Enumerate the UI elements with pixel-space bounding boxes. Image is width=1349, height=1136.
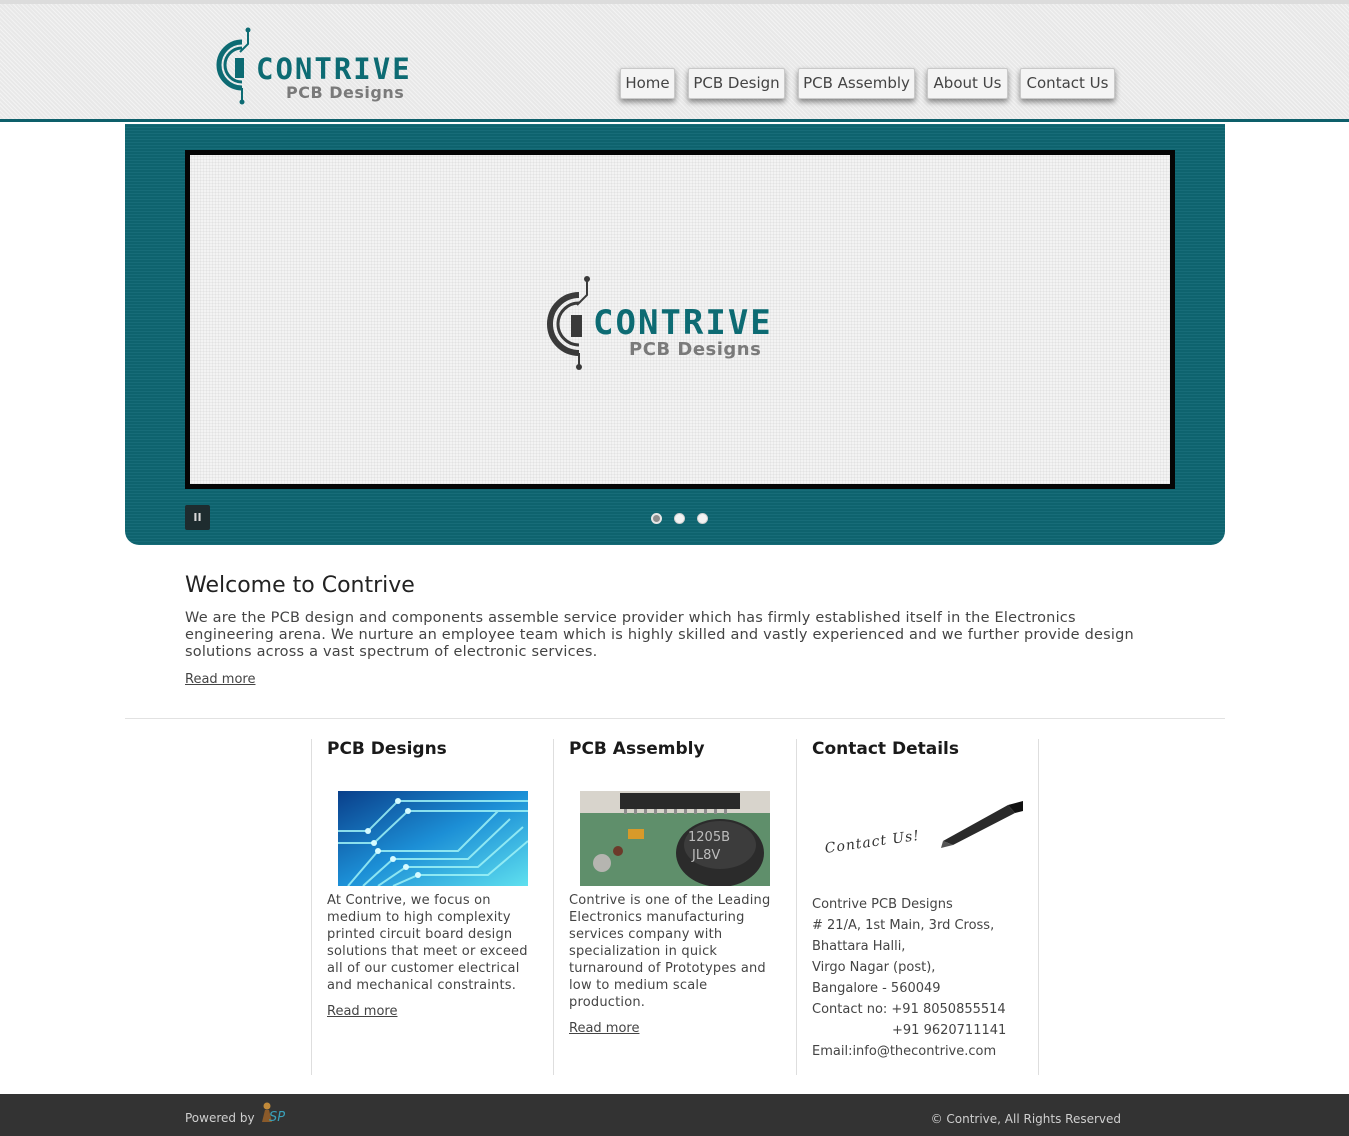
welcome-title: Welcome to Contrive: [185, 573, 415, 598]
contact-us-image: Contact Us!: [823, 801, 1023, 871]
pcb-designs-read-more-link[interactable]: Read more: [327, 1004, 397, 1019]
slider-pause-button[interactable]: II: [185, 505, 210, 530]
contact-address-block: Contrive PCB Designs # 21/A, 1st Main, 3…: [812, 894, 1006, 1062]
logo-tagline: PCB Designs: [629, 339, 762, 360]
nav-pcb-design[interactable]: PCB Design: [688, 68, 785, 99]
nav-home[interactable]: Home: [620, 68, 675, 99]
pcb-assembly-image: 1205B JL8V: [580, 791, 770, 886]
section-divider: [125, 718, 1225, 719]
slide-logo: CONTRIVE PCB Designs: [543, 273, 833, 373]
contact-company: Contrive PCB Designs: [812, 897, 953, 912]
logo-wordmark: CONTRIVE: [593, 303, 773, 343]
nav-about-us[interactable]: About Us: [927, 68, 1008, 99]
powered-by-text: Powered by: [185, 1111, 255, 1125]
site-header: CONTRIVE PCB Designs Home PCB Design PCB…: [0, 0, 1349, 122]
pcb-designs-text: At Contrive, we focus on medium to high …: [327, 893, 528, 993]
slide-image[interactable]: CONTRIVE PCB Designs: [185, 150, 1175, 489]
asp-logo[interactable]: SP: [257, 1102, 297, 1130]
pcb-designs-title: PCB Designs: [327, 739, 447, 759]
pcb-designs-image: [338, 791, 528, 886]
contact-address-line: # 21/A, 1st Main, 3rd Cross,: [812, 918, 995, 933]
copyright-text: © Contrive, All Rights Reserved: [930, 1112, 1121, 1126]
site-footer: Powered by SP © Contrive, All Rights Res…: [0, 1094, 1349, 1136]
site-logo[interactable]: CONTRIVE PCB Designs: [212, 26, 452, 106]
slider-dot-3[interactable]: [697, 513, 708, 524]
contact-details-title: Contact Details: [812, 739, 959, 759]
nav-pcb-assembly[interactable]: PCB Assembly: [798, 68, 915, 99]
asp-logo-text: SP: [269, 1110, 286, 1125]
slider-dot-1[interactable]: [651, 513, 662, 524]
pcb-assembly-text: Contrive is one of the Leading Electroni…: [569, 893, 771, 1010]
pcb-assembly-column: PCB Assembly 1205B JL8V Contrive is one …: [553, 739, 796, 1075]
nav-contact-us[interactable]: Contact Us: [1020, 68, 1115, 99]
logo-wordmark: CONTRIVE: [256, 52, 412, 86]
chip-label-1: 1205B: [688, 830, 730, 845]
contact-phone-1: Contact no: +91 8050855514: [812, 1002, 1006, 1017]
welcome-text: We are the PCB design and components ass…: [185, 610, 1134, 660]
chip-label-2: JL8V: [691, 848, 720, 863]
circuit-c-logo-icon: [216, 27, 251, 105]
hero-slider: CONTRIVE PCB Designs II: [125, 124, 1225, 545]
welcome-read-more-link[interactable]: Read more: [185, 672, 255, 687]
contact-address-line: Bhattara Halli,: [812, 939, 906, 954]
contact-address-line: Virgo Nagar (post),: [812, 960, 936, 975]
pcb-assembly-title: PCB Assembly: [569, 739, 705, 759]
contact-details-column: Contact Details Contact Us! Contrive PCB…: [796, 739, 1039, 1075]
contact-phone-2: +91 9620711141: [892, 1023, 1007, 1038]
contact-address-line: Bangalore - 560049: [812, 981, 941, 996]
pcb-assembly-read-more-link[interactable]: Read more: [569, 1021, 639, 1036]
logo-tagline: PCB Designs: [286, 83, 405, 102]
pcb-designs-column: PCB Designs At Contrive, we focus on med…: [311, 739, 554, 1075]
contact-email[interactable]: Email:info@thecontrive.com: [812, 1041, 1006, 1062]
slider-dot-2[interactable]: [674, 513, 685, 524]
